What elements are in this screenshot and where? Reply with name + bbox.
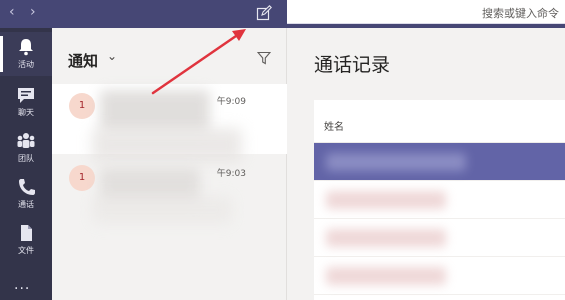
rail-label-chat: 聊天 xyxy=(18,108,34,117)
call-history-table: 姓名 xyxy=(314,100,565,300)
activity-pane: 通知 ⌄ 1 午9:09 1 午9:03 xyxy=(52,28,287,300)
redacted-content xyxy=(100,90,210,132)
rail-item-files[interactable]: 文件 xyxy=(0,218,52,262)
redacted-content xyxy=(326,153,466,171)
notification-time: 午9:03 xyxy=(216,169,246,179)
notification-item[interactable]: 1 午9:03 xyxy=(52,156,287,226)
pane-title: 通知 xyxy=(68,52,99,70)
rail-item-teams[interactable]: 团队 xyxy=(0,126,52,170)
notification-badge: 1 xyxy=(69,165,95,191)
search-placeholder: 搜索或键入命令 xyxy=(482,7,559,20)
bell-icon xyxy=(19,39,33,56)
table-row[interactable] xyxy=(314,219,565,257)
notification-badge: 1 xyxy=(69,93,95,119)
chevron-left-icon[interactable]: ‹ xyxy=(9,5,15,19)
table-row[interactable] xyxy=(314,257,565,295)
main-content: 通话记录 姓名 xyxy=(288,28,565,300)
rail-item-activity[interactable]: 活动 xyxy=(0,32,52,76)
redacted-content xyxy=(326,267,446,285)
notification-item[interactable]: 1 午9:09 xyxy=(52,84,287,162)
redacted-content xyxy=(92,196,232,224)
chat-icon xyxy=(18,88,34,103)
app-rail: 活动 聊天 团队 通话 文件 ··· xyxy=(0,28,52,300)
redacted-content xyxy=(326,191,446,209)
rail-item-chat[interactable]: 聊天 xyxy=(0,80,52,124)
column-header-name[interactable]: 姓名 xyxy=(324,118,344,133)
page-title: 通话记录 xyxy=(314,54,391,76)
filter-icon[interactable] xyxy=(257,51,271,65)
search-box[interactable]: 搜索或键入命令 xyxy=(287,0,565,24)
compose-icon[interactable] xyxy=(256,5,272,21)
rail-label-activity: 活动 xyxy=(18,60,34,69)
more-apps-icon[interactable]: ··· xyxy=(14,281,30,297)
teams-icon xyxy=(17,133,35,148)
notification-time: 午9:09 xyxy=(216,97,246,107)
chevron-down-icon[interactable]: ⌄ xyxy=(107,49,117,63)
chevron-right-icon[interactable]: › xyxy=(30,5,36,19)
phone-icon xyxy=(19,179,35,195)
title-bar: ‹ › 搜索或键入命令 xyxy=(0,0,565,28)
table-row[interactable] xyxy=(314,143,565,181)
table-row[interactable] xyxy=(314,181,565,219)
rail-label-calls: 通话 xyxy=(18,200,34,209)
rail-item-calls[interactable]: 通话 xyxy=(0,172,52,216)
file-icon xyxy=(21,225,32,241)
rail-label-teams: 团队 xyxy=(18,154,34,163)
redacted-content xyxy=(326,229,446,247)
rail-label-files: 文件 xyxy=(18,246,34,255)
